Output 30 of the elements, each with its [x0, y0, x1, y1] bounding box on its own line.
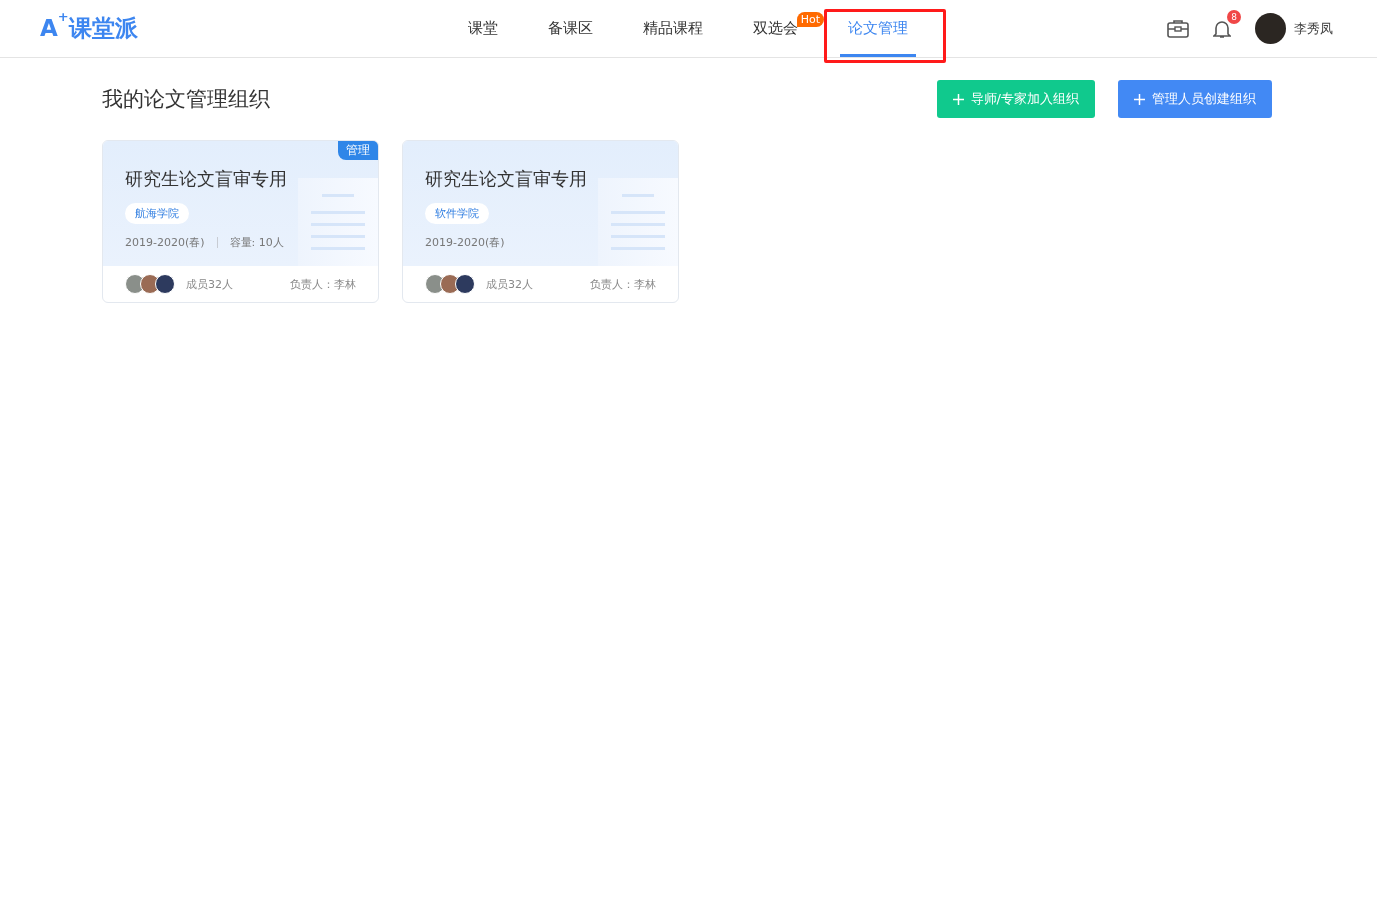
- page-title: 我的论文管理组织: [102, 86, 271, 113]
- user-name[interactable]: 李秀凤: [1294, 19, 1333, 38]
- owner-text: 负责人：李林: [290, 276, 356, 292]
- card-title: 研究生论文盲审专用: [425, 167, 587, 191]
- card-title: 研究生论文盲审专用: [125, 167, 287, 191]
- member-avatar: [155, 274, 175, 294]
- nav-tab[interactable]: 备课区: [540, 0, 601, 57]
- nav-tab[interactable]: 精品课程: [635, 0, 711, 57]
- user-avatar[interactable]: [1255, 13, 1286, 44]
- notification-count: 8: [1227, 9, 1241, 24]
- member-count: 成员32人: [186, 276, 234, 292]
- plus-icon: [952, 93, 964, 105]
- nav-tab[interactable]: 课堂: [460, 0, 506, 57]
- capacity-text: 容量: 10人: [229, 235, 284, 250]
- college-tag: 软件学院: [425, 203, 489, 224]
- member-count: 成员32人: [486, 276, 534, 292]
- admin-badge: 管理: [338, 141, 378, 160]
- organization-card[interactable]: 研究生论文盲审专用 航海学院 2019-2020(春) 容量: 10人 管理 成员32人 负责人：李林: [102, 140, 379, 303]
- term-text: 2019-2020(春): [425, 235, 505, 250]
- briefcase-icon[interactable]: [1167, 18, 1189, 39]
- owner-text: 负责人：李林: [590, 276, 656, 292]
- hot-badge: Hot: [796, 12, 824, 27]
- bell-icon[interactable]: [1213, 18, 1231, 39]
- organization-card[interactable]: 研究生论文盲审专用 软件学院 2019-2020(春) 成员32人 负责人：李林: [402, 140, 679, 303]
- logo[interactable]: A$^{+}$课堂派: [40, 13, 460, 44]
- nav-tab[interactable]: 论文管理: [840, 0, 916, 57]
- member-avatar: [455, 274, 475, 294]
- plus-icon: [1134, 93, 1145, 105]
- term-text: 2019-2020(春): [125, 235, 205, 250]
- college-tag: 航海学院: [125, 203, 189, 224]
